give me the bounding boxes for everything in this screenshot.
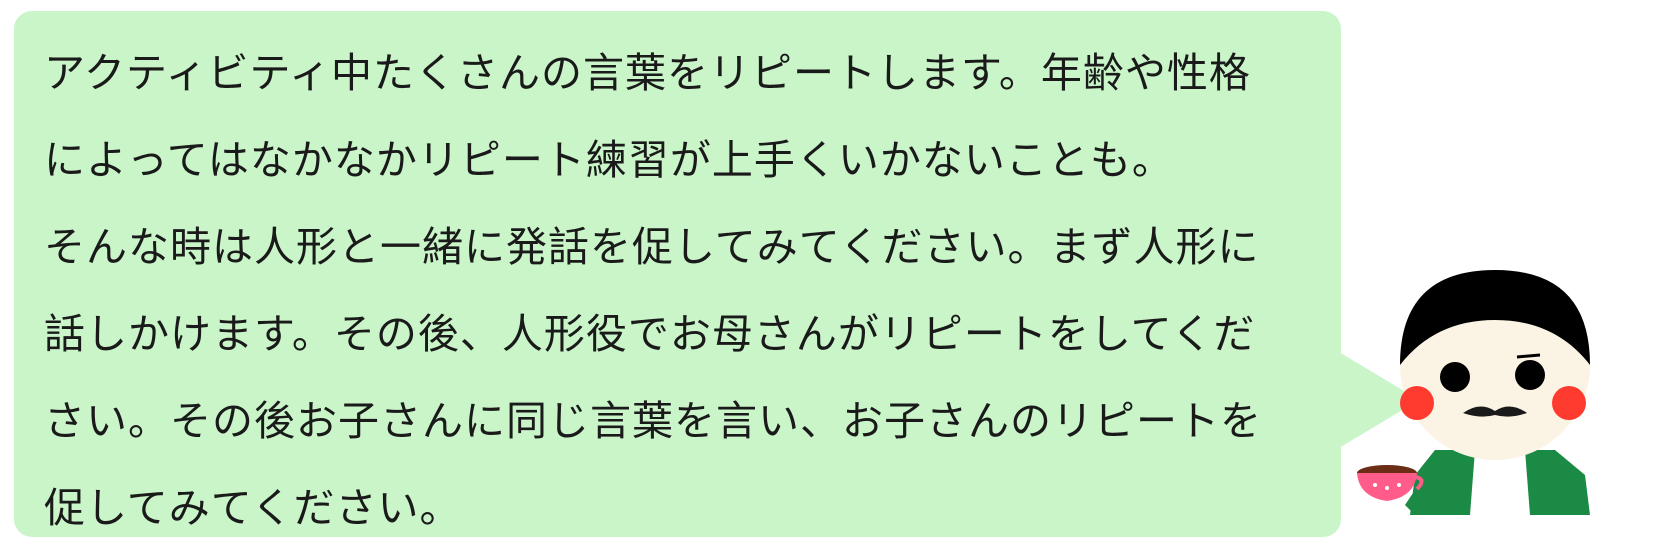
message-line: さい。その後お子さんに同じ言葉を言い、お子さんのリピートを [44, 397, 1262, 445]
message-line: 話しかけます。その後、人形役でお母さんがリピートをしてくだ [44, 310, 1256, 358]
right-cheek [1552, 386, 1586, 420]
right-eye [1515, 360, 1545, 390]
message-line: 促してみてください。 [44, 484, 462, 532]
right-eyebrow [1516, 353, 1541, 359]
message-line: そんな時は人形と一緒に発話を促してみてください。まず人形に [44, 223, 1260, 271]
message-text: アクティビティ中たくさんの言葉をリピートします。年齢や性格 によってはなかなかリ… [44, 30, 1334, 552]
left-cheek [1400, 386, 1434, 420]
teacher-character-illustration [1357, 270, 1590, 515]
left-eye [1440, 362, 1470, 392]
message-line: アクティビティ中たくさんの言葉をリピートします。年齢や性格 [44, 49, 1251, 97]
message-line: によってはなかなかリピート練習が上手くいかないことも。 [44, 136, 1174, 184]
